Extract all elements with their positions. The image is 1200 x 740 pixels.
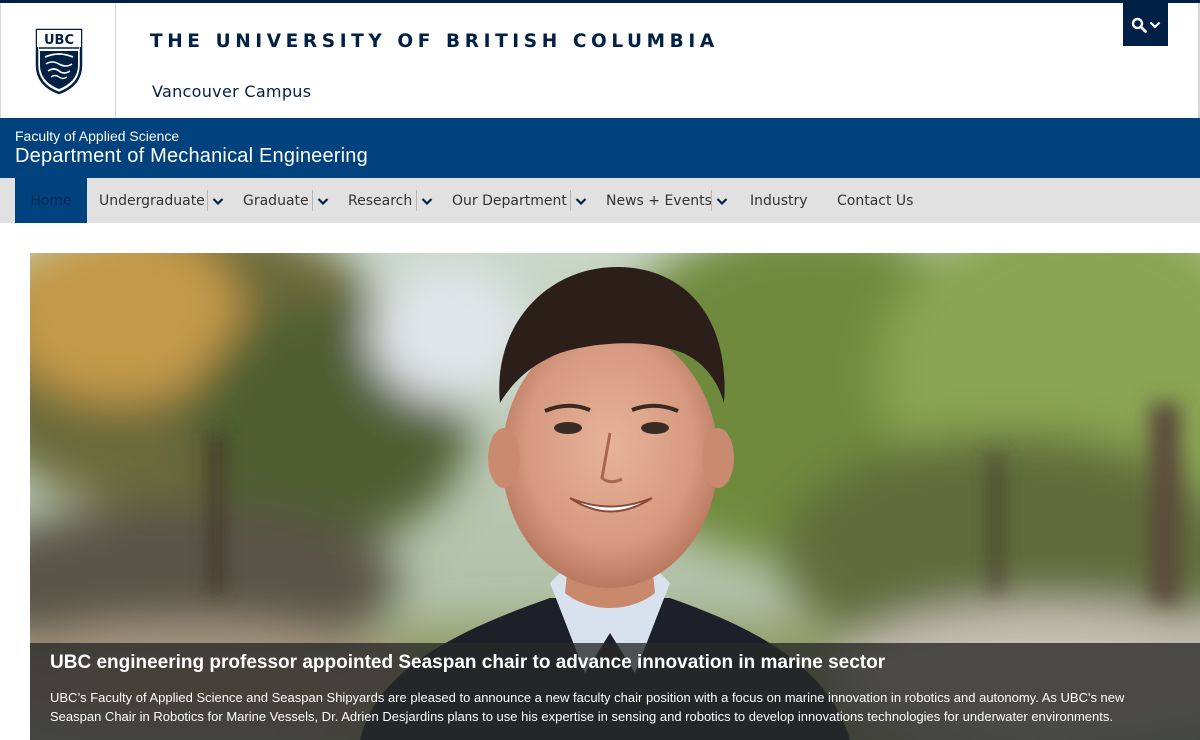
ubc-global-header: UBC THE UNIVERSITY OF BRITISH COLUMBIA V… xyxy=(0,0,1200,118)
search-icon xyxy=(1131,17,1147,33)
nav-our-department[interactable]: Our Department xyxy=(452,178,567,223)
nav-separator xyxy=(416,190,417,211)
chevron-down-icon xyxy=(1149,21,1160,29)
main-navigation: Home Undergraduate Graduate Research Our… xyxy=(0,178,1200,223)
chevron-down-icon xyxy=(575,197,587,205)
chevron-down-icon xyxy=(716,197,728,205)
nav-news-events[interactable]: News + Events xyxy=(606,178,712,223)
nav-separator xyxy=(207,190,208,211)
nav-home[interactable]: Home xyxy=(15,178,87,223)
faculty-link[interactable]: Faculty of Applied Science xyxy=(15,128,179,144)
hero-summary: UBC’s Faculty of Applied Science and Sea… xyxy=(50,690,1125,724)
nav-research-dropdown[interactable] xyxy=(419,192,435,210)
nav-news-events-dropdown[interactable] xyxy=(714,192,730,210)
nav-separator xyxy=(312,190,313,211)
svg-text:UBC: UBC xyxy=(44,33,74,48)
chevron-down-icon xyxy=(212,197,224,205)
hero-caption: UBC engineering professor appointed Seas… xyxy=(30,643,1200,740)
nav-contact-us[interactable]: Contact Us xyxy=(837,178,913,223)
chevron-down-icon xyxy=(317,197,329,205)
nav-separator xyxy=(570,190,571,211)
search-toggle-button[interactable] xyxy=(1123,3,1168,46)
nav-industry[interactable]: Industry xyxy=(750,178,808,223)
nav-graduate[interactable]: Graduate xyxy=(243,178,309,223)
nav-undergraduate[interactable]: Undergraduate xyxy=(99,178,205,223)
campus-name[interactable]: Vancouver Campus xyxy=(152,82,311,101)
nav-graduate-dropdown[interactable] xyxy=(315,192,331,210)
nav-research[interactable]: Research xyxy=(348,178,412,223)
nav-undergraduate-dropdown[interactable] xyxy=(210,192,226,210)
chevron-down-icon xyxy=(421,197,433,205)
ubc-wordmark[interactable]: THE UNIVERSITY OF BRITISH COLUMBIA xyxy=(150,31,719,52)
ubc-crest-link[interactable]: UBC xyxy=(0,3,116,118)
hero-slide[interactable]: UBC engineering professor appointed Seas… xyxy=(30,253,1200,740)
nav-our-department-dropdown[interactable] xyxy=(573,192,589,210)
unit-header: Faculty of Applied Science Department of… xyxy=(0,118,1200,178)
ubc-crest-logo: UBC xyxy=(35,28,83,95)
hero-headline-link[interactable]: UBC engineering professor appointed Seas… xyxy=(50,652,885,674)
nav-separator xyxy=(711,190,712,211)
department-title-link[interactable]: Department of Mechanical Engineering xyxy=(15,145,368,168)
